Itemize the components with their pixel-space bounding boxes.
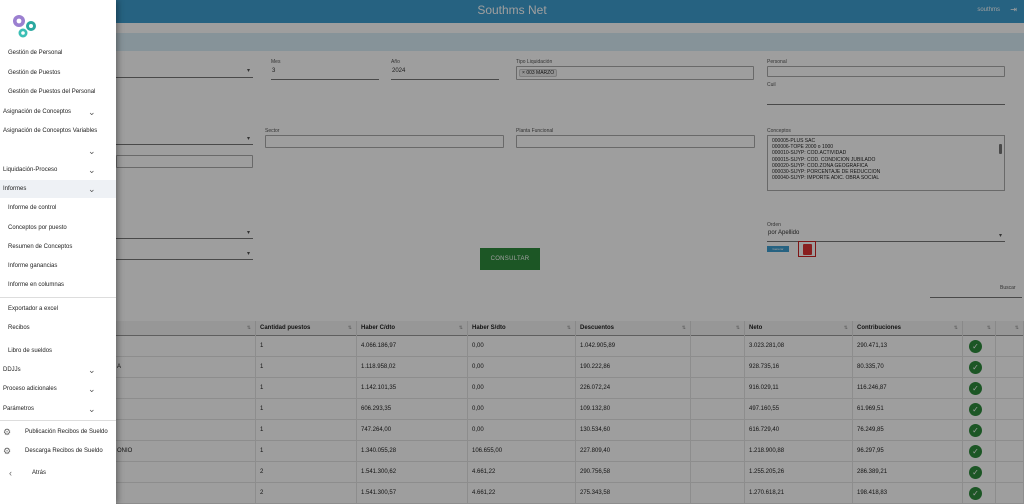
- sidebar-item-expander[interactable]: ⌄: [0, 142, 116, 160]
- sidebar-item-informes[interactable]: Informes ⌄: [0, 180, 116, 198]
- sidebar-item-label: Proceso adicionales: [3, 386, 57, 392]
- sidebar-item-label: Recibos: [8, 325, 30, 331]
- sidebar-item-conceptos-por-puesto[interactable]: Conceptos por puesto: [0, 219, 116, 237]
- sidebar-item-label: Gestión de Puestos del Personal: [8, 89, 96, 95]
- sidebar-item-proceso-adicionales[interactable]: Proceso adicionales ⌄: [0, 380, 116, 398]
- sidebar-item-label: Asignación de Conceptos Variables: [3, 128, 98, 134]
- sidebar-item-informe-columnas[interactable]: Informe en columnas: [0, 276, 116, 294]
- sidebar-item-asignacion-conceptos-variables[interactable]: Asignación de Conceptos Variables: [0, 122, 116, 140]
- back-arrow-icon: ‹: [9, 468, 12, 478]
- chevron-down-icon: ⌄: [88, 384, 96, 394]
- gears-logo-icon: [13, 15, 36, 38]
- sidebar-item-label: Libro de sueldos: [8, 348, 53, 354]
- sidebar-item-liquidacion-proceso[interactable]: Liquidación-Proceso ⌄: [0, 161, 116, 179]
- sidebar-divider: [0, 420, 116, 421]
- sidebar-item-label: Liquidación-Proceso: [3, 167, 58, 173]
- sidebar-item-label: Asignación de Conceptos: [3, 109, 72, 115]
- sidebar-divider: [0, 297, 116, 298]
- sidebar-item-informe-ganancias[interactable]: Informe ganancias: [0, 257, 116, 275]
- sidebar-item-exportador-excel[interactable]: Exportador a excel: [0, 300, 116, 318]
- sidebar-item-publicacion-recibos[interactable]: ⚙ Publicación Recibos de Sueldo: [0, 423, 116, 441]
- chevron-down-icon: ⌄: [88, 365, 96, 375]
- sidebar-item-label: Exportador a excel: [8, 306, 59, 312]
- gear-icon: ⚙: [3, 427, 12, 437]
- chevron-down-icon: ⌄: [88, 184, 96, 194]
- modal-backdrop[interactable]: [0, 0, 1024, 504]
- sidebar-item-label: Resumen de Conceptos: [8, 244, 73, 250]
- chevron-down-icon: ⌄: [88, 404, 96, 414]
- sidebar-item-label: Parámetros: [3, 406, 35, 412]
- sidebar: Gestión de Personal Gestión de Puestos Ges…: [0, 0, 116, 504]
- chevron-down-icon: ⌄: [88, 165, 96, 175]
- sidebar-item-label: Publicación Recibos de Sueldo: [25, 429, 108, 435]
- sidebar-item-resumen-conceptos[interactable]: Resumen de Conceptos: [0, 238, 116, 256]
- sidebar-item-gestion-personal[interactable]: Gestión de Personal: [0, 44, 116, 62]
- chevron-down-icon: ⌄: [88, 107, 96, 117]
- sidebar-item-atras[interactable]: ‹ Atrás: [0, 464, 116, 482]
- sidebar-item-gestion-puestos-personal[interactable]: Gestión de Puestos del Personal: [0, 83, 116, 101]
- sidebar-item-parametros[interactable]: Parámetros ⌄: [0, 400, 116, 418]
- sidebar-item-libro-sueldos[interactable]: Libro de sueldos: [0, 342, 116, 360]
- sidebar-item-asignacion-conceptos[interactable]: Asignación de Conceptos ⌄: [0, 103, 116, 121]
- sidebar-item-informe-control[interactable]: Informe de control: [0, 199, 116, 217]
- sidebar-item-label: Conceptos por puesto: [8, 225, 67, 231]
- sidebar-item-label: Gestión de Puestos: [8, 70, 61, 76]
- sidebar-item-gestion-puestos[interactable]: Gestión de Puestos: [0, 64, 116, 82]
- sidebar-item-label: Informe en columnas: [8, 282, 65, 288]
- gear-icon: ⚙: [3, 446, 12, 456]
- sidebar-item-label: Gestión de Personal: [8, 50, 63, 56]
- sidebar-item-label: Informe ganancias: [8, 263, 58, 269]
- sidebar-item-label: Descarga Recibos de Sueldo: [25, 448, 103, 454]
- sidebar-item-recibos[interactable]: Recibos: [0, 319, 116, 337]
- sidebar-item-descarga-recibos[interactable]: ⚙ Descarga Recibos de Sueldo: [0, 442, 116, 460]
- sidebar-item-ddjjs[interactable]: DDJJs ⌄: [0, 361, 116, 379]
- chevron-down-icon: ⌄: [88, 146, 96, 156]
- sidebar-item-label: Informes: [3, 186, 27, 192]
- sidebar-item-label: Informe de control: [8, 205, 57, 211]
- sidebar-item-label: Atrás: [32, 470, 47, 476]
- sidebar-item-label: DDJJs: [3, 367, 21, 373]
